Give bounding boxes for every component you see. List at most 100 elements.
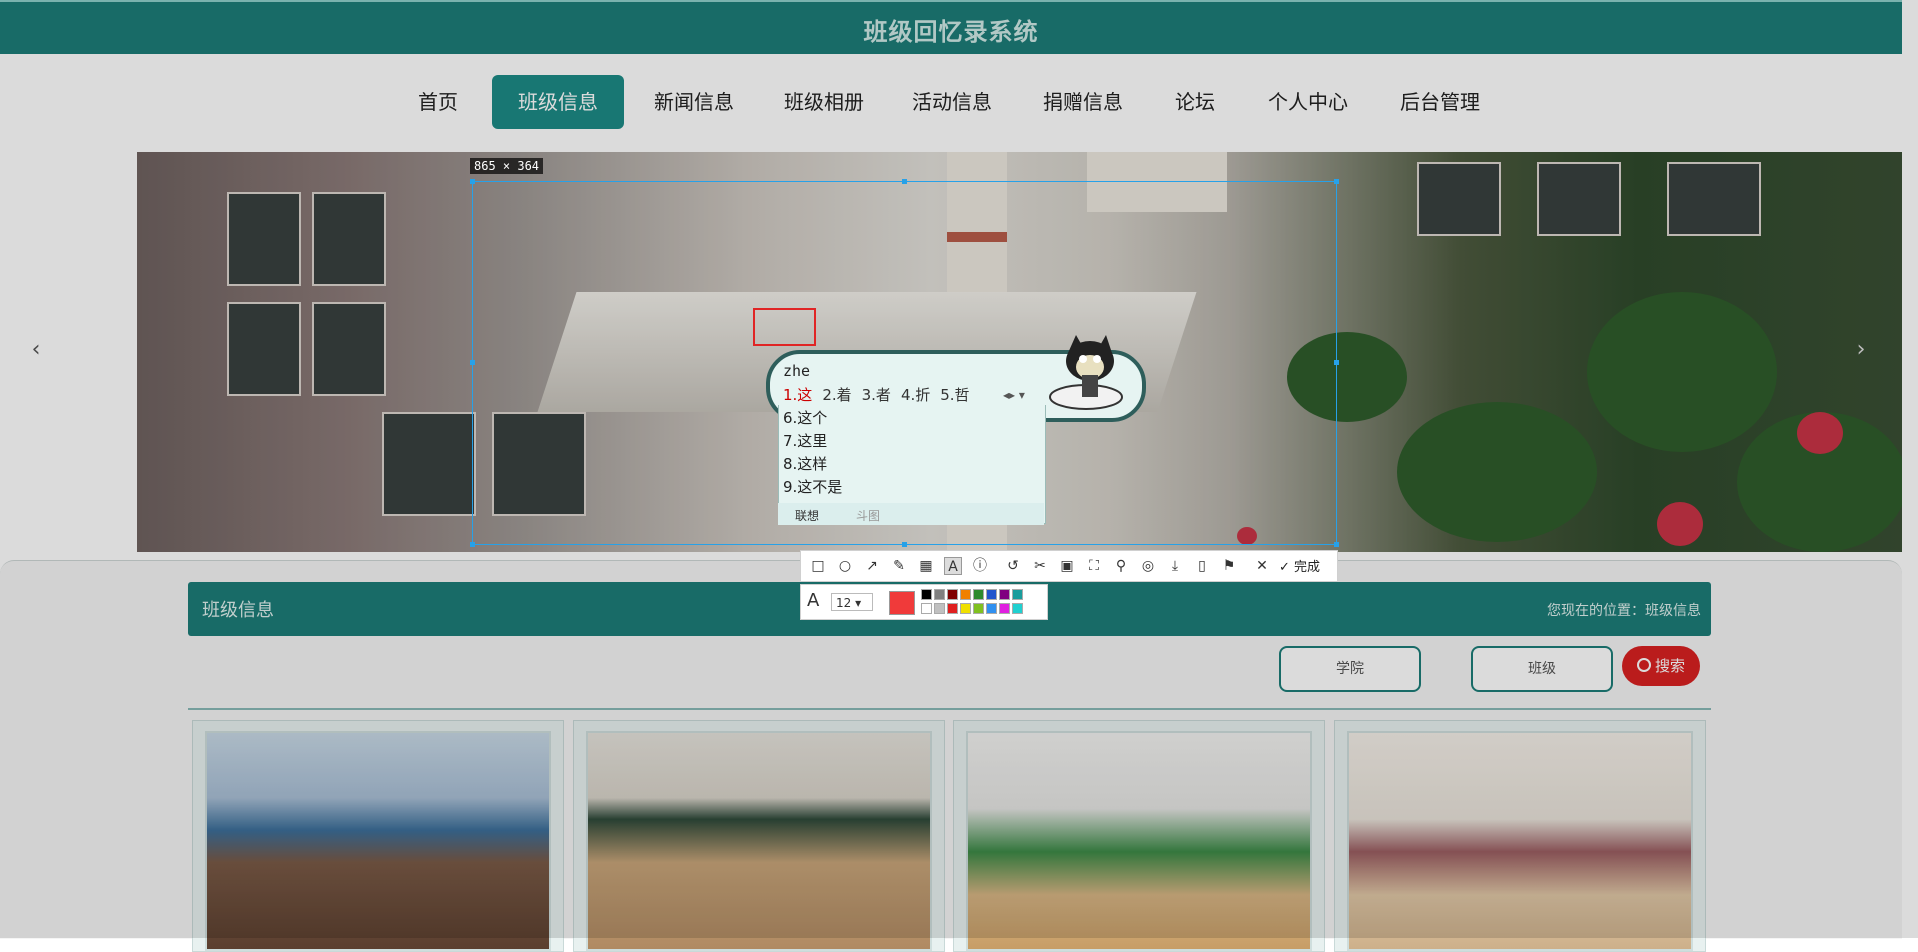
ime-list-item[interactable]: 8.这样 bbox=[783, 453, 827, 474]
ime-candidate[interactable]: 3.者 bbox=[862, 386, 891, 404]
text-style-palette: A 12 ▾ bbox=[800, 584, 1048, 620]
divider bbox=[188, 708, 1711, 710]
color-swatch[interactable] bbox=[934, 589, 945, 600]
nav-item-donation[interactable]: 捐赠信息 bbox=[1037, 75, 1129, 129]
nav-item-profile[interactable]: 个人中心 bbox=[1258, 75, 1358, 129]
done-label: 完成 bbox=[1294, 560, 1321, 575]
ime-page-arrows-icon[interactable]: ◂▸ ▾ bbox=[1003, 388, 1025, 402]
camellia-flower bbox=[1657, 502, 1703, 546]
search-label: 搜索 bbox=[1654, 657, 1685, 675]
arrow-icon[interactable]: ↗ bbox=[863, 557, 881, 575]
building-window bbox=[1667, 162, 1761, 236]
undo-icon[interactable]: ↺ bbox=[1004, 557, 1022, 575]
ime-pinyin: zhe bbox=[783, 362, 811, 380]
ime-candidate[interactable]: 5.哲 bbox=[940, 386, 969, 404]
color-swatch[interactable] bbox=[1012, 603, 1023, 614]
color-swatch[interactable] bbox=[1012, 589, 1023, 600]
color-swatch[interactable] bbox=[973, 603, 984, 614]
mosaic-icon[interactable]: ▦ bbox=[917, 557, 935, 575]
color-swatch[interactable] bbox=[986, 589, 997, 600]
ime-tab-stickers[interactable]: 斗图 bbox=[856, 507, 880, 524]
color-swatch[interactable] bbox=[947, 603, 958, 614]
classroom-photo bbox=[1347, 731, 1693, 951]
color-swatch[interactable] bbox=[999, 603, 1010, 614]
rectangle-icon[interactable]: □ bbox=[809, 557, 827, 575]
download-icon[interactable]: ⤓ bbox=[1166, 557, 1184, 575]
color-swatch[interactable] bbox=[934, 603, 945, 614]
building-window bbox=[312, 302, 386, 396]
ime-candidate[interactable]: 2.着 bbox=[822, 386, 851, 404]
nav-item-activity[interactable]: 活动信息 bbox=[906, 75, 998, 129]
classroom-photo bbox=[586, 731, 932, 951]
search-button[interactable]: 搜索 bbox=[1622, 646, 1700, 686]
foliage bbox=[1587, 292, 1777, 452]
ocr-icon[interactable]: ▣ bbox=[1058, 557, 1076, 575]
main-nav: 首页 班级信息 新闻信息 班级相册 活动信息 捐赠信息 论坛 个人中心 后台管理 bbox=[0, 75, 1902, 130]
bookmark-icon[interactable]: ⚑ bbox=[1220, 557, 1238, 575]
color-swatch[interactable] bbox=[999, 589, 1010, 600]
text-icon[interactable]: A bbox=[944, 557, 962, 575]
pen-icon[interactable]: ✎ bbox=[890, 557, 908, 575]
resize-handle[interactable] bbox=[902, 542, 907, 547]
section-title: 班级信息 bbox=[202, 600, 274, 621]
ime-candidate[interactable]: 4.折 bbox=[901, 386, 930, 404]
color-swatch[interactable] bbox=[973, 589, 984, 600]
classroom-photo bbox=[966, 731, 1312, 951]
resize-handle[interactable] bbox=[1334, 360, 1339, 365]
ime-candidate[interactable]: 1.这 bbox=[783, 386, 812, 404]
font-size-select[interactable]: 12 ▾ bbox=[831, 593, 873, 611]
chevron-left-icon[interactable]: ‹ bbox=[18, 333, 54, 369]
nav-item-forum[interactable]: 论坛 bbox=[1170, 75, 1220, 129]
color-swatch[interactable] bbox=[947, 589, 958, 600]
classroom-photo bbox=[205, 731, 551, 951]
site-header: 班级回忆录系统 bbox=[0, 0, 1902, 54]
camellia-flower bbox=[1797, 412, 1843, 454]
capture-icon[interactable]: ⛶ bbox=[1085, 557, 1103, 575]
record-icon[interactable]: ◎ bbox=[1139, 557, 1157, 575]
ime-list-item[interactable]: 6.这个 bbox=[783, 407, 827, 428]
done-button[interactable]: ✓ 完成 bbox=[1279, 556, 1320, 575]
resize-handle[interactable] bbox=[470, 360, 475, 365]
nav-item-news[interactable]: 新闻信息 bbox=[648, 75, 740, 129]
resize-handle[interactable] bbox=[470, 179, 475, 184]
close-icon[interactable]: ✕ bbox=[1253, 557, 1271, 575]
site-title: 班级回忆录系统 bbox=[863, 18, 1039, 46]
current-color-swatch[interactable] bbox=[889, 591, 915, 615]
building-window bbox=[382, 412, 476, 516]
ime-tab-association[interactable]: 联想 bbox=[795, 507, 819, 524]
resize-handle[interactable] bbox=[902, 179, 907, 184]
class-card[interactable] bbox=[953, 720, 1325, 952]
color-swatch[interactable] bbox=[921, 589, 932, 600]
resize-handle[interactable] bbox=[1334, 179, 1339, 184]
nav-item-home[interactable]: 首页 bbox=[408, 75, 468, 129]
screenshot-toolbar: □ ○ ↗ ✎ ▦ A ⓘ ↺ ✂ ▣ ⛶ ⚲ ◎ ⤓ ▯ ⚑ ✕ ✓ 完成 bbox=[800, 550, 1338, 582]
building-window bbox=[227, 302, 301, 396]
ime-candidates: 1.这 2.着 3.者 4.折 5.哲 bbox=[783, 384, 980, 405]
text-annotation-box[interactable] bbox=[753, 308, 816, 346]
color-swatch[interactable] bbox=[986, 603, 997, 614]
search-icon bbox=[1636, 658, 1651, 672]
phone-icon[interactable]: ▯ bbox=[1193, 557, 1211, 575]
pin-icon[interactable]: ⚲ bbox=[1112, 557, 1130, 575]
chevron-right-icon[interactable]: › bbox=[1846, 333, 1876, 369]
class-card[interactable] bbox=[1334, 720, 1706, 952]
class-filter-input[interactable]: 班级 bbox=[1471, 646, 1613, 692]
color-swatch[interactable] bbox=[921, 603, 932, 614]
ime-list-item[interactable]: 9.这不是 bbox=[783, 476, 842, 497]
building-window bbox=[227, 192, 301, 286]
building-window bbox=[312, 192, 386, 286]
number-icon[interactable]: ⓘ bbox=[971, 557, 989, 575]
class-card[interactable] bbox=[192, 720, 564, 952]
nav-item-album[interactable]: 班级相册 bbox=[778, 75, 870, 129]
resize-handle[interactable] bbox=[470, 542, 475, 547]
nav-item-admin[interactable]: 后台管理 bbox=[1394, 75, 1486, 129]
color-swatch[interactable] bbox=[960, 589, 971, 600]
class-card[interactable] bbox=[573, 720, 945, 952]
ellipse-icon[interactable]: ○ bbox=[836, 557, 854, 575]
nav-item-class-info[interactable]: 班级信息 bbox=[492, 75, 624, 129]
resize-handle[interactable] bbox=[1334, 542, 1339, 547]
ime-list-item[interactable]: 7.这里 bbox=[783, 430, 827, 451]
college-filter-input[interactable]: 学院 bbox=[1279, 646, 1421, 692]
color-swatch[interactable] bbox=[960, 603, 971, 614]
scissors-icon[interactable]: ✂ bbox=[1031, 557, 1049, 575]
